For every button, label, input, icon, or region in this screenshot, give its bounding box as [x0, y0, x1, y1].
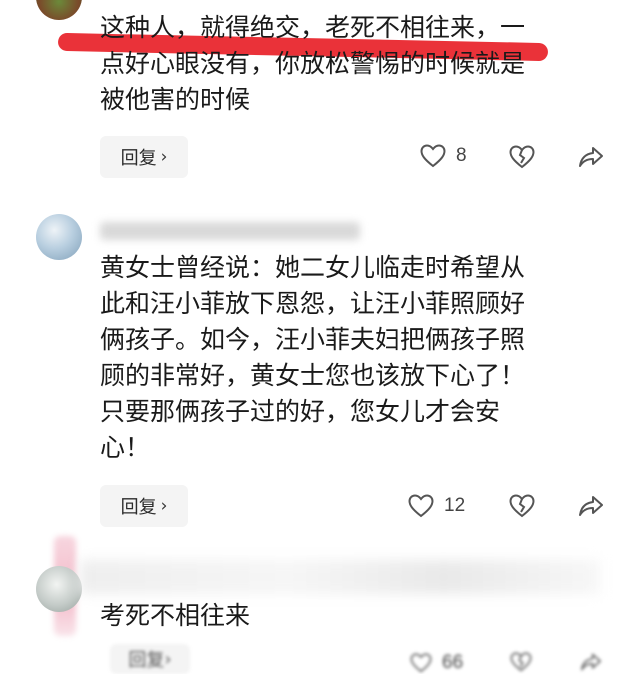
heart-outline-icon — [420, 144, 446, 168]
like-button[interactable]: 8 — [420, 144, 467, 168]
comment-line: 顾的非常好，黄女士您也该放下心了！ — [100, 361, 526, 390]
reply-button[interactable]: 回复 › — [100, 136, 188, 178]
commenter-avatar[interactable] — [36, 214, 82, 260]
comment-line: 此和汪小菲放下恩怨，让汪小菲照顾好 — [100, 289, 526, 318]
share-arrow-icon — [579, 496, 603, 516]
broken-heart-icon — [510, 652, 532, 672]
comment-text: 黄女士曾经说：她二女儿临走时希望从 此和汪小菲放下恩怨，让汪小菲照顾好 俩孩子。… — [100, 250, 620, 466]
chevron-right-icon: › — [160, 147, 168, 167]
heart-outline-icon — [410, 653, 432, 673]
broken-heart-icon — [509, 145, 535, 169]
partial-action-row: 回复 › 66 — [0, 640, 640, 674]
comment-line: 只要那俩孩子过的好，您女儿才会安 — [100, 397, 501, 426]
share-button[interactable] — [578, 145, 604, 169]
reply-button[interactable]: 回复 › — [100, 485, 188, 527]
commenter-avatar[interactable] — [36, 566, 82, 612]
dislike-button[interactable] — [509, 145, 535, 169]
like-button[interactable]: 12 — [408, 494, 465, 518]
share-arrow-icon — [579, 147, 603, 167]
dislike-button[interactable] — [510, 652, 532, 672]
reply-label: 回复 — [120, 148, 157, 169]
comment-line: 这种人，就得绝交，老死不相往来，一 — [100, 13, 526, 42]
broken-heart-icon — [509, 494, 535, 518]
heart-outline-icon — [408, 494, 434, 518]
comment-line: 心！ — [100, 433, 151, 462]
reply-label: 回复 — [120, 497, 157, 518]
chevron-right-icon: › — [160, 496, 168, 516]
comment-text: 考死不相往来 — [100, 598, 620, 634]
reply-label: 回复 — [128, 650, 165, 671]
chevron-right-icon: › — [164, 648, 172, 670]
comment-line: 俩孩子。如今，汪小菲夫妇把俩孩子照 — [100, 325, 526, 354]
share-button[interactable] — [578, 494, 604, 518]
like-count: 8 — [456, 145, 467, 166]
reply-button[interactable]: 回复 › — [110, 644, 190, 674]
dislike-button[interactable] — [509, 494, 535, 518]
comment-line: 点好心眼没有，你放松警惕的时候就是 — [100, 49, 526, 78]
comment-line: 黄女士曾经说：她二女儿临走时希望从 — [100, 253, 526, 282]
share-button[interactable] — [580, 652, 602, 672]
commenter-avatar[interactable] — [36, 0, 82, 20]
blurred-username — [80, 560, 600, 594]
comment-line: 考死不相往来 — [100, 601, 251, 630]
comment-text: 这种人，就得绝交，老死不相往来，一 点好心眼没有，你放松警惕的时候就是 被他害的… — [100, 10, 620, 118]
share-arrow-icon — [580, 653, 601, 671]
blurred-username — [100, 222, 360, 240]
like-count: 12 — [444, 495, 466, 516]
comment-line: 被他害的时候 — [100, 85, 251, 114]
